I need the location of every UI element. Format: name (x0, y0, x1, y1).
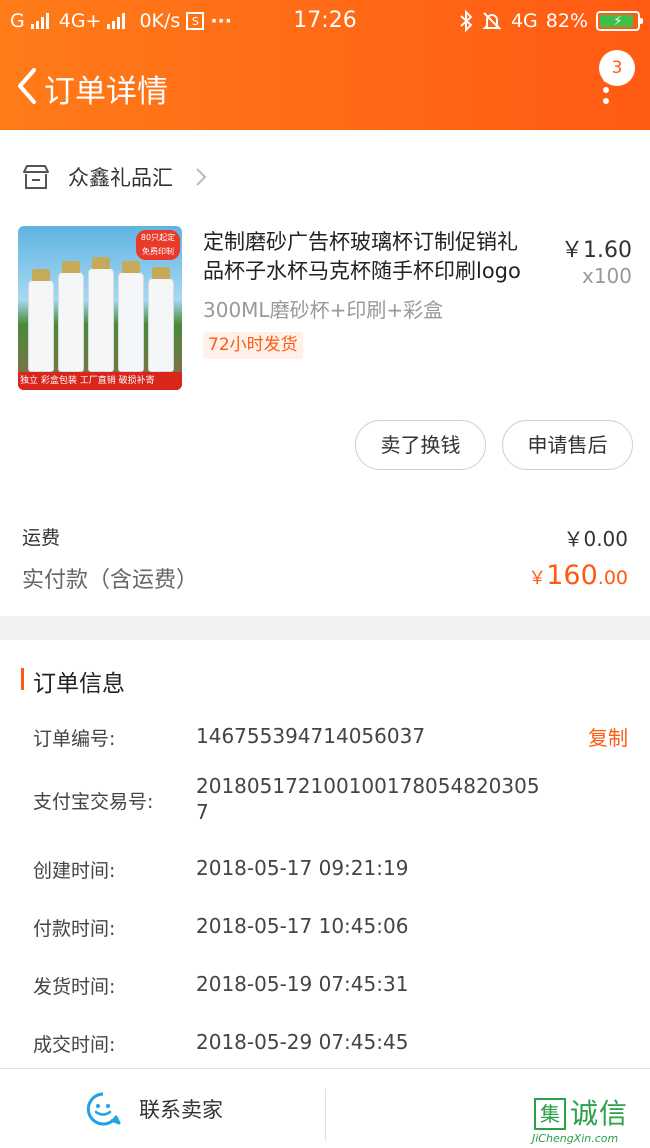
bottle-shape (28, 269, 54, 372)
mute-bell-icon (482, 12, 502, 30)
order-info-section: 订单信息 订单编号: 146755394714056037 复制 支付宝交易号:… (0, 640, 650, 1068)
paid-amount-value: ￥160.00 (528, 560, 628, 591)
resell-button[interactable]: 卖了换钱 (355, 420, 486, 470)
product-price: ￥1.60 (561, 238, 632, 263)
order-number-value: 146755394714056037 (196, 724, 426, 748)
status-right: 4G 82% ⚡ (459, 10, 643, 32)
watermark-logo: 集 (534, 1098, 566, 1130)
status-bar: G 4G+ 0K/s S ··· 17:26 4G 82% ⚡ (0, 0, 650, 46)
bottle-shape (58, 261, 84, 372)
shipping-fee-label: 运费 (22, 527, 61, 549)
watermark-text: 诚信 (570, 1097, 629, 1130)
alipay-trade-label: 支付宝交易号: (33, 791, 154, 813)
closed-time-value: 2018-05-29 07:45:45 (196, 1030, 409, 1054)
shop-name: 众鑫礼品汇 (68, 166, 173, 190)
watermark-url: JiChengXin.com (532, 1132, 619, 1145)
paid-time-value: 2018-05-17 10:45:06 (196, 914, 409, 938)
alipay-trade-value: 2018051721001001780548203057 (196, 774, 540, 824)
bottle-shape (148, 267, 174, 372)
shipped-time-label: 发货时间: (33, 976, 116, 998)
network-type: 4G (510, 10, 538, 32)
paid-integer: 160 (546, 560, 598, 591)
order-number-label: 订单编号: (33, 728, 116, 750)
paid-time-label: 付款时间: (33, 918, 116, 940)
back-arrow-icon[interactable] (10, 62, 44, 110)
section-accent-bar (21, 668, 24, 690)
store-icon (23, 165, 49, 189)
image-badge: 80只起定 免费印制 (136, 230, 180, 260)
customer-service-icon (86, 1092, 121, 1126)
closed-time-label: 成交时间: (33, 1034, 116, 1056)
after-sale-button[interactable]: 申请售后 (502, 420, 633, 470)
paid-decimal: .00 (597, 567, 628, 589)
paid-currency: ￥ (528, 568, 547, 589)
battery-icon: ⚡ (596, 11, 643, 31)
created-time-label: 创建时间: (33, 860, 116, 882)
created-time-value: 2018-05-17 09:21:19 (196, 856, 409, 880)
image-strip: 独立 彩盒包装 工厂直销 破损补寄 (18, 372, 182, 390)
product-title[interactable]: 定制磨砂广告杯玻璃杯订制促销礼品杯子水杯马克杯随手杯印刷logo (203, 228, 533, 286)
bottle-shape (118, 261, 144, 372)
order-card: 众鑫礼品汇 80只起定 免费印制 独立 彩盒包装 工厂直销 破损补寄 定制磨砂广… (0, 130, 650, 616)
product-image[interactable]: 80只起定 免费印制 独立 彩盒包装 工厂直销 破损补寄 (18, 226, 182, 390)
shipping-tag: 72小时发货 (203, 332, 303, 359)
site-watermark: 集 诚信 JiChengXin.com (532, 1098, 650, 1148)
contact-seller-label: 联系卖家 (139, 1098, 223, 1122)
shipped-time-value: 2018-05-19 07:45:31 (196, 972, 409, 996)
product-quantity: x100 (581, 264, 632, 288)
order-info-title: 订单信息 (33, 671, 125, 697)
bluetooth-icon (460, 10, 473, 32)
product-spec: 300ML磨砂杯+印刷+彩盒 (203, 298, 444, 322)
header: G 4G+ 0K/s S ··· 17:26 4G 82% ⚡ 订单详情 3 (0, 0, 650, 130)
bottle-shape (88, 257, 114, 372)
divider (325, 1089, 326, 1141)
paid-amount-label: 实付款（含运费） (22, 568, 199, 593)
page-title: 订单详情 (44, 74, 168, 110)
copy-button[interactable]: 复制 (588, 722, 628, 751)
shop-row[interactable]: 众鑫礼品汇 (22, 160, 207, 194)
battery-percent: 82% (545, 10, 588, 32)
chevron-right-icon (196, 168, 207, 186)
message-count-badge[interactable]: 3 (599, 50, 635, 86)
shipping-fee-value: ￥0.00 (563, 527, 628, 551)
contact-seller-button[interactable]: 联系卖家 (85, 1069, 223, 1148)
